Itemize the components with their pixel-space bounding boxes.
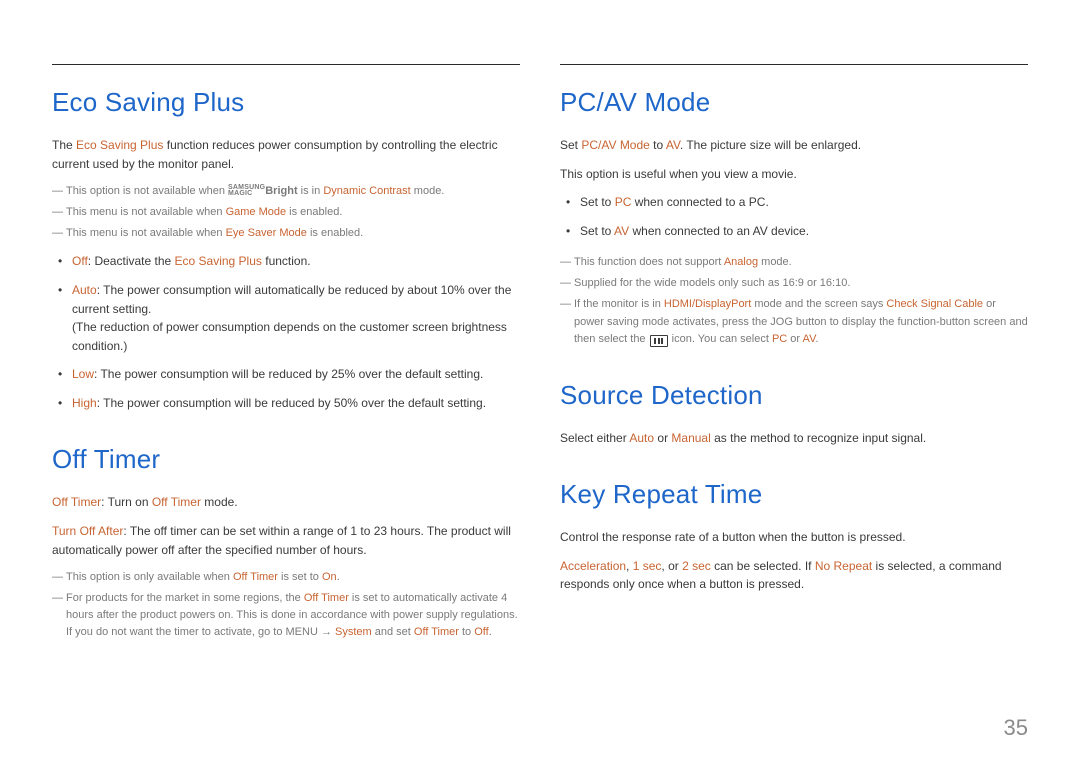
heading-off-timer: Off Timer [52,444,520,475]
section-off-timer: Off Timer Off Timer: Turn on Off Timer m… [52,444,520,641]
eco-bullet-high: High: The power consumption will be redu… [52,394,520,413]
page-number: 35 [1004,715,1028,741]
pcav-bullet-av: Set to AV when connected to an AV device… [560,222,1028,241]
pcav-line-2: This option is useful when you view a mo… [560,165,1028,184]
samsung-magic-logo: SAMSUNGMAGIC [228,185,265,198]
heading-pcav-mode: PC/AV Mode [560,87,1028,118]
off-timer-note-2: For products for the market in some regi… [52,590,520,641]
off-timer-notes: This option is only available when Off T… [52,569,520,641]
left-column: Eco Saving Plus The Eco Saving Plus func… [52,64,520,673]
source-detection-text: Select either Auto or Manual as the meth… [560,429,1028,448]
term-dynamic-contrast: Dynamic Contrast [323,185,410,197]
rule [52,64,520,65]
rule [560,64,1028,65]
heading-key-repeat-time: Key Repeat Time [560,479,1028,510]
section-eco-saving-plus: Eco Saving Plus The Eco Saving Plus func… [52,87,520,412]
section-key-repeat-time: Key Repeat Time Control the response rat… [560,479,1028,594]
off-timer-note-1: This option is only available when Off T… [52,569,520,586]
eco-notes: This option is not available when SAMSUN… [52,183,520,242]
term-bright: Bright [265,185,297,197]
right-column: PC/AV Mode Set PC/AV Mode to AV. The pic… [560,64,1028,673]
pcav-note-3: If the monitor is in HDMI/DisplayPort mo… [560,296,1028,347]
section-pcav-mode: PC/AV Mode Set PC/AV Mode to AV. The pic… [560,87,1028,348]
eco-bullets: Off: Deactivate the Eco Saving Plus func… [52,252,520,412]
pcav-line-1: Set PC/AV Mode to AV. The picture size w… [560,136,1028,155]
term-eco-saving-plus: Eco Saving Plus [76,138,163,152]
heading-source-detection: Source Detection [560,380,1028,411]
pcav-note-1: This function does not support Analog mo… [560,254,1028,271]
eco-note-1: This option is not available when SAMSUN… [52,183,520,200]
eco-bullet-auto: Auto: The power consumption will automat… [52,281,520,355]
key-repeat-line-1: Control the response rate of a button wh… [560,528,1028,547]
heading-eco-saving-plus: Eco Saving Plus [52,87,520,118]
eco-intro: The Eco Saving Plus function reduces pow… [52,136,520,173]
eco-note-2: This menu is not available when Game Mod… [52,204,520,221]
menu-grid-icon [650,335,668,347]
pcav-notes: This function does not support Analog mo… [560,254,1028,347]
eco-bullet-low: Low: The power consumption will be reduc… [52,365,520,384]
term-game-mode: Game Mode [226,206,287,218]
eco-bullet-off: Off: Deactivate the Eco Saving Plus func… [52,252,520,271]
pcav-bullets: Set to PC when connected to a PC. Set to… [560,193,1028,240]
term-eye-saver-mode: Eye Saver Mode [226,227,307,239]
off-timer-line-2: Turn Off After: The off timer can be set… [52,522,520,559]
pcav-note-2: Supplied for the wide models only such a… [560,275,1028,292]
eco-note-3: This menu is not available when Eye Save… [52,225,520,242]
key-repeat-line-2: Acceleration, 1 sec, or 2 sec can be sel… [560,557,1028,594]
off-timer-line-1: Off Timer: Turn on Off Timer mode. [52,493,520,512]
pcav-bullet-pc: Set to PC when connected to a PC. [560,193,1028,212]
section-source-detection: Source Detection Select either Auto or M… [560,380,1028,448]
